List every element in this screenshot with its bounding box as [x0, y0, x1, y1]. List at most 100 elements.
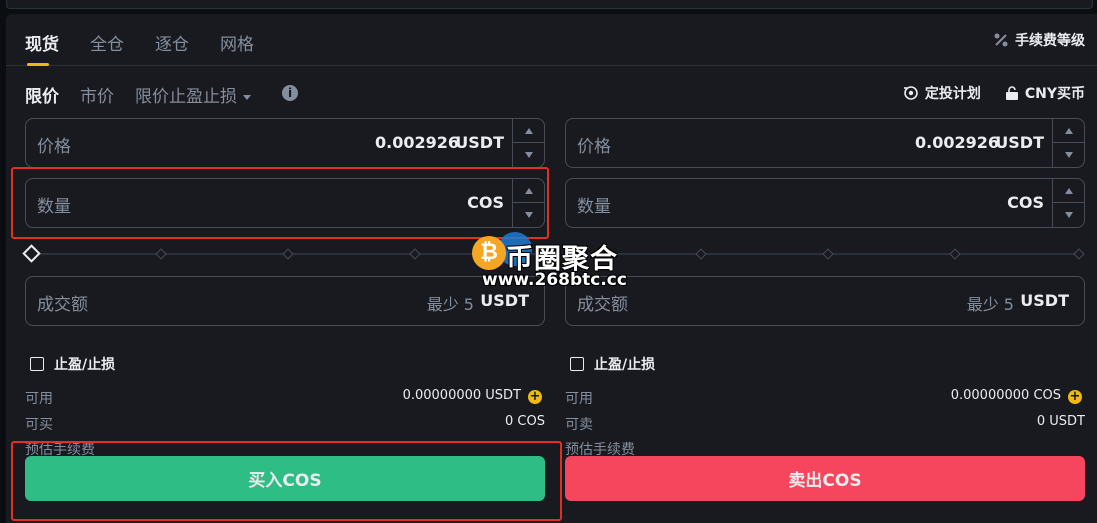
- buy-price-input[interactable]: 价格 0.002926 USDT: [25, 118, 545, 168]
- tpsl-label: 止盈/止损: [54, 357, 116, 373]
- caret-up-icon: [1064, 187, 1073, 194]
- add-funds-icon[interactable]: +: [1068, 390, 1082, 404]
- buy-button[interactable]: 买入COS: [25, 456, 545, 501]
- caret-down-icon: [524, 212, 533, 218]
- sell-available-row: 可用 0.00000000 COS +: [565, 388, 1085, 408]
- fee-level-link[interactable]: 手续费等级: [993, 30, 1085, 50]
- slider-mark-75[interactable]: [409, 248, 421, 260]
- order-type-stop-limit[interactable]: 限价止盈止损: [135, 82, 251, 107]
- watermark-url: www.268btc.cc: [482, 270, 627, 290]
- slider-mark-50[interactable]: [822, 248, 834, 260]
- decrement-button[interactable]: [1053, 203, 1084, 227]
- sell-price-input[interactable]: 价格 0.002926 USDT: [565, 118, 1085, 168]
- sell-price-stepper: [1052, 119, 1084, 167]
- tpsl-checkbox[interactable]: [30, 357, 44, 371]
- bitcoin-icon: ₿: [472, 236, 506, 270]
- decrement-button[interactable]: [513, 203, 544, 227]
- order-type-market[interactable]: 市价: [80, 82, 114, 107]
- sell-percent-slider[interactable]: [565, 246, 1085, 262]
- sell-column: 价格 0.002926 USDT 数量 COS 成交额 最少 5 USDT 止盈…: [565, 118, 1085, 523]
- sell-total-input[interactable]: 成交额 最少 5 USDT: [565, 276, 1085, 326]
- tpsl-label: 止盈/止损: [594, 357, 656, 373]
- caret-down-icon: [1064, 152, 1073, 158]
- order-right-links: 定投计划 CNY买币: [903, 83, 1085, 103]
- auto-invest-link[interactable]: 定投计划: [903, 83, 981, 103]
- caret-up-icon: [1064, 127, 1073, 134]
- sell-amount-stepper: [1052, 179, 1084, 227]
- increment-button[interactable]: [513, 179, 544, 203]
- max-buy-value: 0 COS: [505, 414, 545, 429]
- order-type-bar: 限价 市价 限价止盈止损 i 定投计划 CNY买币: [6, 66, 1097, 118]
- lock-icon: [1005, 86, 1018, 100]
- available-value: 0.00000000 USDT: [402, 388, 521, 403]
- buy-price-stepper: [512, 119, 544, 167]
- sell-price-label: 价格: [577, 137, 611, 157]
- auto-invest-label: 定投计划: [924, 86, 981, 102]
- caret-down-icon: [524, 152, 533, 158]
- watermark-logo: ₿ 币圈聚合 www.268btc.cc: [472, 232, 642, 294]
- stop-limit-label: 限价止盈止损: [135, 87, 237, 107]
- buy-price-unit: USDT: [455, 133, 504, 152]
- slider-mark-75[interactable]: [949, 248, 961, 260]
- slider-mark-100[interactable]: [1073, 248, 1085, 260]
- slider-mark-25[interactable]: [155, 248, 167, 260]
- sell-price-value: 0.002926: [914, 133, 999, 152]
- add-funds-icon[interactable]: +: [528, 390, 542, 404]
- buy-amount-stepper: [512, 179, 544, 227]
- caret-down-icon: [1064, 212, 1073, 218]
- tpsl-checkbox[interactable]: [570, 357, 584, 371]
- cny-buy-link[interactable]: CNY买币: [1005, 83, 1085, 103]
- sell-price-unit: USDT: [995, 133, 1044, 152]
- order-type-limit[interactable]: 限价: [25, 82, 59, 107]
- sell-amount-input[interactable]: 数量 COS: [565, 178, 1085, 228]
- caret-up-icon: [524, 127, 533, 134]
- available-value: 0.00000000 COS: [950, 388, 1061, 403]
- cny-buy-label: CNY买币: [1024, 86, 1085, 102]
- slider-handle[interactable]: [22, 244, 41, 263]
- max-sell-label: 可卖: [565, 417, 593, 433]
- available-label: 可用: [565, 391, 593, 407]
- sell-max-row: 可卖 0 USDT: [565, 414, 1085, 434]
- buy-amount-label: 数量: [37, 197, 71, 217]
- buy-tpsl-toggle[interactable]: 止盈/止损: [30, 354, 115, 374]
- tab-cross[interactable]: 全仓: [90, 30, 124, 60]
- fee-level-label: 手续费等级: [1015, 33, 1085, 49]
- buy-percent-slider[interactable]: [22, 244, 545, 263]
- tab-grid[interactable]: 网格: [220, 30, 254, 60]
- increment-button[interactable]: [513, 119, 544, 143]
- sell-total-unit: USDT: [1020, 291, 1069, 310]
- buy-total-label: 成交额: [37, 295, 88, 315]
- increment-button[interactable]: [1053, 119, 1084, 143]
- buy-price-label: 价格: [37, 137, 71, 157]
- buy-max-row: 可买 0 COS: [25, 414, 545, 434]
- info-icon[interactable]: i: [282, 85, 298, 101]
- slider-mark-25[interactable]: [695, 248, 707, 260]
- decrement-button[interactable]: [1053, 143, 1084, 167]
- chevron-down-icon: [243, 94, 251, 100]
- buy-total-input[interactable]: 成交额 最少 5 USDT: [25, 276, 545, 326]
- tab-spot[interactable]: 现货: [25, 30, 59, 66]
- buy-available-row: 可用 0.00000000 USDT +: [25, 388, 545, 408]
- sell-amount-unit: COS: [1007, 193, 1044, 212]
- sell-button[interactable]: 卖出COS: [565, 456, 1085, 501]
- buy-total-placeholder: 最少 5: [426, 295, 474, 314]
- tab-isolated[interactable]: 逐仓: [155, 30, 189, 60]
- trade-mode-tabs: 现货 全仓 逐仓 网格 手续费等级: [6, 14, 1097, 66]
- max-sell-value: 0 USDT: [1036, 414, 1085, 429]
- auto-invest-icon: [903, 86, 918, 100]
- buy-price-value: 0.002926: [374, 133, 459, 152]
- buy-column: 价格 0.002926 USDT 数量 COS 成交额 最少 5 USDT 止盈…: [22, 118, 545, 523]
- buy-amount-unit: COS: [467, 193, 504, 212]
- decrement-button[interactable]: [513, 143, 544, 167]
- increment-button[interactable]: [1053, 179, 1084, 203]
- top-strip: [0, 0, 1097, 12]
- percent-icon: [994, 33, 1008, 47]
- caret-up-icon: [524, 187, 533, 194]
- available-label: 可用: [25, 391, 53, 407]
- sell-total-placeholder: 最少 5: [966, 295, 1014, 314]
- sell-tpsl-toggle[interactable]: 止盈/止损: [570, 354, 655, 374]
- max-buy-label: 可买: [25, 417, 53, 433]
- slider-mark-50[interactable]: [282, 248, 294, 260]
- buy-amount-input[interactable]: 数量 COS: [25, 178, 545, 228]
- sell-amount-label: 数量: [577, 197, 611, 217]
